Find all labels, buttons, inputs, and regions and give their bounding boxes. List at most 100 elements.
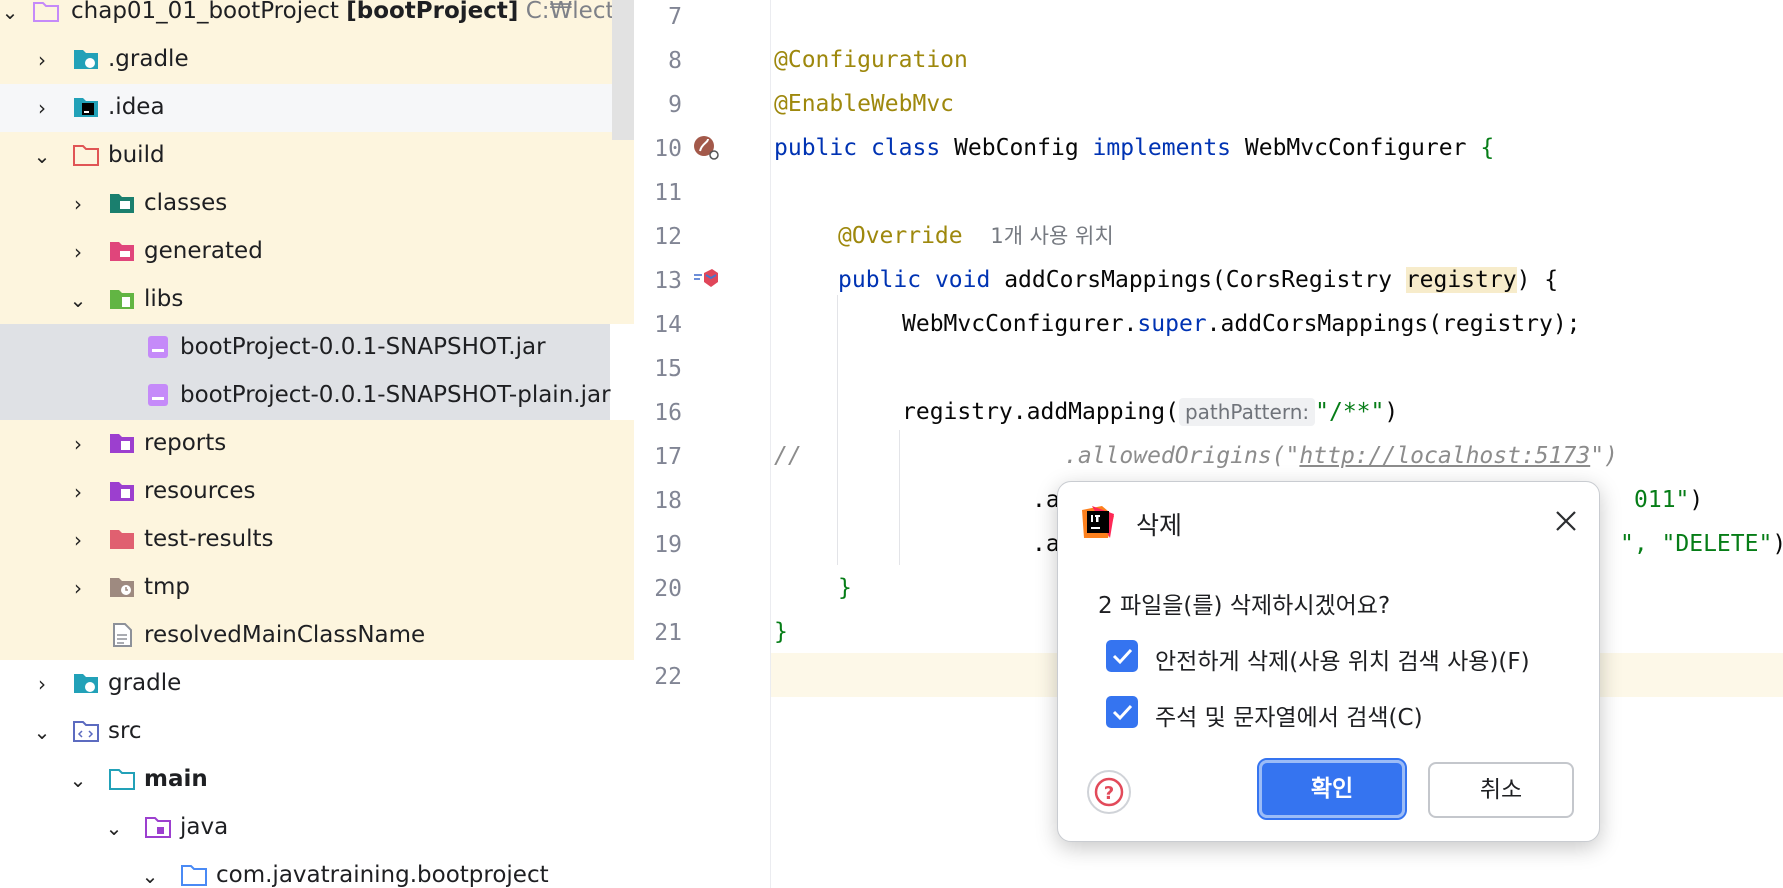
tree-item-jar-2[interactable]: bootProject-0.0.1-SNAPSHOT-plain.jar [0, 372, 611, 420]
tree-item-main[interactable]: ⌄ main [0, 756, 634, 804]
chevron-right-icon[interactable]: › [68, 576, 88, 600]
chevron-down-icon[interactable]: ⌄ [32, 144, 52, 168]
tree-item-label: src [108, 718, 142, 744]
module-folder-icon [33, 2, 59, 22]
usages-hint[interactable]: 1개 사용 위치 [990, 224, 1113, 248]
tree-item-label: build [108, 142, 165, 168]
tree-item-resolved-main[interactable]: resolvedMainClassName [0, 612, 634, 660]
java-source-folder-icon [145, 817, 171, 838]
tree-item-build[interactable]: ⌄ build [0, 132, 634, 180]
line-number: 22 [654, 664, 682, 690]
temp-folder-icon [110, 578, 134, 597]
code-line-14[interactable]: WebMvcConfigurer.super.addCorsMappings(r… [902, 302, 1581, 346]
idea-folder-icon [74, 98, 98, 117]
tree-item-gradle[interactable]: › gradle [0, 660, 634, 708]
tree-item-resources[interactable]: › resources [0, 468, 634, 516]
chevron-down-icon[interactable]: ⌄ [68, 768, 88, 792]
project-tree[interactable]: ⌄ chap01_01_bootProject [bootProject] C:… [0, 0, 634, 888]
code-line-17-body[interactable]: .allowedOrigins("http://localhost:5173") [1064, 434, 1618, 478]
tree-item-label: bootProject-0.0.1-SNAPSHOT.jar [180, 334, 546, 360]
excluded-folder-icon [73, 145, 99, 166]
tree-item-tmp[interactable]: › tmp [0, 564, 634, 612]
tree-item-classes[interactable]: › classes [0, 180, 634, 228]
chevron-right-icon[interactable]: › [68, 432, 88, 456]
code-line-8[interactable]: @Configuration [774, 38, 968, 82]
tree-item-generated[interactable]: › generated [0, 228, 634, 276]
chevron-down-icon[interactable]: ⌄ [104, 816, 124, 840]
help-icon: ? [1094, 777, 1124, 807]
code-line-18-end[interactable]: 011") [1634, 478, 1703, 522]
tree-item-label: java [180, 814, 229, 840]
tree-item-label: resources [144, 478, 256, 504]
line-number: 11 [654, 180, 682, 206]
chevron-right-icon[interactable]: › [68, 192, 88, 216]
tree-item-idea[interactable]: › .idea [0, 84, 634, 132]
chevron-down-icon[interactable]: ⌄ [140, 864, 160, 888]
line-number: 15 [654, 356, 682, 382]
chevron-right-icon[interactable]: › [32, 672, 52, 696]
tree-root-label: chap01_01_bootProject [bootProject] C:₩l… [71, 0, 634, 24]
chevron-down-icon[interactable]: ⌄ [0, 0, 20, 24]
resources-folder-icon [110, 482, 134, 501]
tree-item-label: .idea [108, 94, 165, 120]
tree-item-package[interactable]: ⌄ com.javatraining.bootproject [0, 852, 634, 888]
confirm-button[interactable]: 확인 [1257, 758, 1407, 820]
safe-delete-checkbox[interactable] [1106, 640, 1138, 672]
code-line-21[interactable]: } [774, 610, 788, 654]
help-button[interactable]: ? [1087, 770, 1131, 814]
tree-scrollbar-thumb[interactable] [612, 0, 634, 140]
line-number: 9 [668, 92, 682, 118]
tree-item-label: bootProject-0.0.1-SNAPSHOT-plain.jar [180, 382, 611, 408]
code-line-12[interactable]: @Override 1개 사용 위치 [838, 214, 1114, 258]
gradle-folder-icon [74, 50, 98, 69]
tree-item-label: generated [144, 238, 263, 264]
checkmark-icon [1112, 648, 1133, 665]
tree-item-gradle-dir[interactable]: › .gradle [0, 36, 634, 84]
line-number: 7 [668, 4, 682, 30]
code-line-20[interactable]: } [838, 566, 852, 610]
close-icon[interactable] [1551, 506, 1581, 536]
indent-guide [837, 295, 838, 565]
chevron-down-icon[interactable]: ⌄ [32, 720, 52, 744]
tree-item-jar-1[interactable]: bootProject-0.0.1-SNAPSHOT.jar [0, 324, 610, 372]
source-folder-icon [73, 721, 99, 742]
code-line-18[interactable]: .a [1032, 478, 1060, 522]
code-line-16[interactable]: registry.addMapping(pathPattern: "/**") [902, 390, 1398, 434]
chevron-right-icon[interactable]: › [68, 240, 88, 264]
code-line-17[interactable]: // [774, 434, 802, 478]
delete-dialog[interactable]: 삭제 2 파일을(를) 삭제하시겠어요? 안전하게 삭제(사용 위치 검색 사용… [1057, 481, 1600, 842]
tree-item-test-results[interactable]: › test-results [0, 516, 634, 564]
line-number: 13 [654, 268, 682, 294]
chevron-down-icon[interactable]: ⌄ [68, 288, 88, 312]
line-number: 8 [668, 48, 682, 74]
chevron-right-icon[interactable]: › [68, 480, 88, 504]
safe-delete-label[interactable]: 안전하게 삭제(사용 위치 검색 사용)(F) [1155, 642, 1530, 676]
cancel-button[interactable]: 취소 [1428, 762, 1574, 818]
spring-bean-icon[interactable] [692, 133, 720, 161]
code-line-9[interactable]: @EnableWebMvc [774, 82, 954, 126]
chevron-right-icon[interactable]: › [32, 96, 52, 120]
tree-item-src[interactable]: ⌄ src [0, 708, 634, 756]
line-number: 19 [654, 532, 682, 558]
intellij-logo-icon [1082, 506, 1114, 538]
tree-item-libs[interactable]: ⌄ libs [0, 276, 634, 324]
code-line-10[interactable]: public class WebConfig implements WebMvc… [774, 126, 1494, 170]
code-line-19-end[interactable]: ", "DELETE") [1620, 522, 1783, 566]
line-number: 14 [654, 312, 682, 338]
excluded-folder-icon [110, 530, 134, 549]
tree-root-row[interactable]: ⌄ chap01_01_bootProject [bootProject] C:… [0, 0, 634, 36]
override-method-icon[interactable] [692, 265, 720, 293]
tree-item-reports[interactable]: › reports [0, 420, 634, 468]
jar-file-icon [148, 336, 168, 358]
chevron-right-icon[interactable]: › [32, 48, 52, 72]
code-line-19[interactable]: .a [1032, 522, 1060, 566]
module-folder-icon [109, 769, 135, 790]
chevron-right-icon[interactable]: › [68, 528, 88, 552]
tree-item-label: classes [144, 190, 228, 216]
code-line-13[interactable]: public void addCorsMappings(CorsRegistry… [838, 258, 1558, 302]
parameter-hint: pathPattern: [1178, 398, 1316, 426]
search-comments-checkbox[interactable] [1106, 696, 1138, 728]
search-comments-label[interactable]: 주석 및 문자열에서 검색(C) [1155, 698, 1423, 732]
line-number: 10 [654, 136, 682, 162]
tree-item-java[interactable]: ⌄ java [0, 804, 634, 852]
